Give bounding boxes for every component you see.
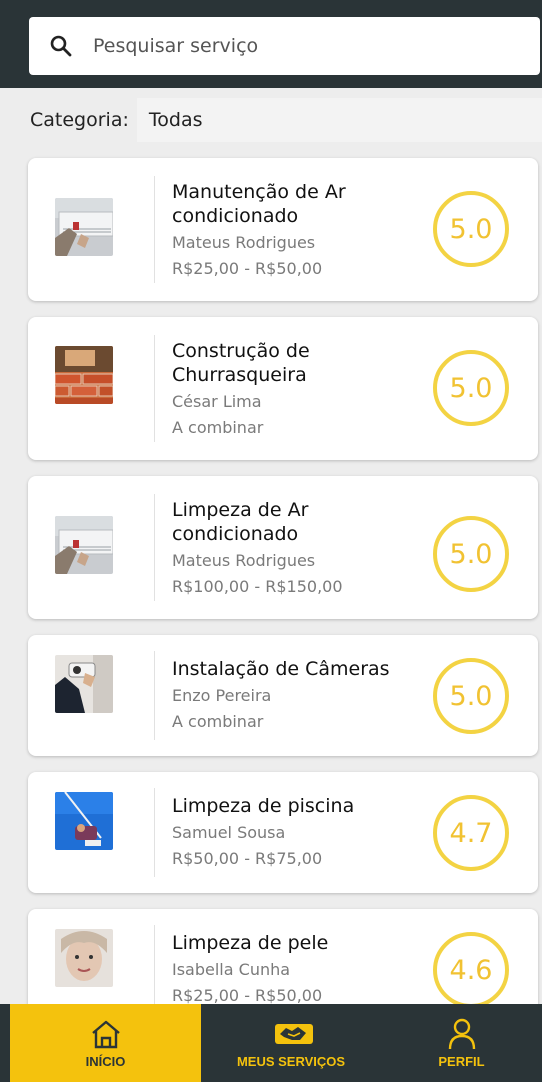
rating-badge: 5.0 (433, 191, 509, 267)
service-provider: César Lima (172, 392, 262, 411)
skin-care-photo (55, 929, 113, 987)
service-provider: Mateus Rodrigues (172, 233, 316, 252)
category-filter: Categoria: Todas (0, 96, 542, 144)
card-divider (154, 494, 155, 601)
service-info: Manutenção de Ar condicionado Mateus Rodr… (172, 180, 422, 282)
service-info: Limpeza de pele Isabella Cunha R$25,00 -… (172, 931, 422, 1009)
service-provider: Enzo Pereira (172, 686, 272, 705)
category-label: Categoria: (30, 109, 129, 131)
pool-cleaning-photo (55, 792, 113, 850)
search-icon (49, 34, 73, 58)
service-info: Construção de Churrasqueira César Lima A … (172, 339, 422, 441)
rating-badge: 4.6 (433, 932, 509, 1008)
category-value: Todas (148, 109, 203, 131)
service-price: R$25,00 - R$50,00 (172, 259, 323, 278)
service-card[interactable]: Limpeza de Ar condicionado Mateus Rodrigu… (28, 476, 538, 619)
service-title: Construção de Churrasqueira (172, 340, 310, 386)
air-conditioner-photo (55, 516, 113, 574)
service-card[interactable]: Instalação de Câmeras Enzo Pereira A com… (28, 635, 538, 756)
search-box[interactable] (29, 17, 540, 75)
service-title: Manutenção de Ar condicionado (172, 181, 346, 227)
nav-label: INÍCIO (85, 1053, 126, 1069)
service-price: R$100,00 - R$150,00 (172, 577, 343, 596)
category-select[interactable]: Todas (136, 98, 542, 142)
bottom-navigation: INÍCIO MEUS SERVIÇOS PERFIL (0, 1004, 542, 1082)
card-divider (154, 651, 155, 740)
security-camera-photo (55, 655, 113, 713)
service-price: R$50,00 - R$75,00 (172, 849, 323, 868)
service-title: Limpeza de Ar condicionado (172, 499, 309, 545)
service-price: A combinar (172, 712, 264, 731)
rating-badge: 5.0 (433, 658, 509, 734)
card-divider (154, 788, 155, 877)
user-icon (445, 1018, 479, 1050)
nav-label: MEUS SERVIÇOS (236, 1053, 346, 1069)
nav-meus-servicos[interactable]: MEUS SERVIÇOS (201, 1004, 381, 1082)
nav-label: PERFIL (438, 1053, 485, 1069)
service-provider: Isabella Cunha (172, 960, 291, 979)
service-card[interactable]: Manutenção de Ar condicionado Mateus Rodr… (28, 158, 538, 301)
service-info: Limpeza de piscina Samuel Sousa R$50,00 … (172, 794, 422, 872)
rating-badge: 4.7 (433, 795, 509, 871)
nav-perfil[interactable]: PERFIL (381, 1004, 542, 1082)
service-title: Limpeza de pele (172, 932, 329, 954)
service-card[interactable]: Construção de Churrasqueira César Lima A … (28, 317, 538, 460)
service-provider: Samuel Sousa (172, 823, 286, 842)
rating-badge: 5.0 (433, 516, 509, 592)
card-divider (154, 335, 155, 442)
home-icon (89, 1018, 123, 1050)
card-divider (154, 176, 155, 283)
nav-inicio[interactable]: INÍCIO (10, 1004, 201, 1082)
air-conditioner-photo (55, 198, 113, 256)
service-info: Limpeza de Ar condicionado Mateus Rodrigu… (172, 498, 422, 600)
service-title: Limpeza de piscina (172, 795, 355, 817)
service-title: Instalação de Câmeras (172, 658, 390, 680)
service-provider: Mateus Rodrigues (172, 551, 316, 570)
service-info: Instalação de Câmeras Enzo Pereira A com… (172, 657, 422, 735)
rating-badge: 5.0 (433, 350, 509, 426)
service-card[interactable]: Limpeza de piscina Samuel Sousa R$50,00 … (28, 772, 538, 893)
search-input[interactable] (93, 26, 513, 66)
service-price: A combinar (172, 418, 264, 437)
card-divider (154, 925, 155, 1014)
top-bar (0, 0, 542, 88)
handshake-icon (274, 1018, 313, 1050)
bricklaying-photo (55, 346, 113, 404)
